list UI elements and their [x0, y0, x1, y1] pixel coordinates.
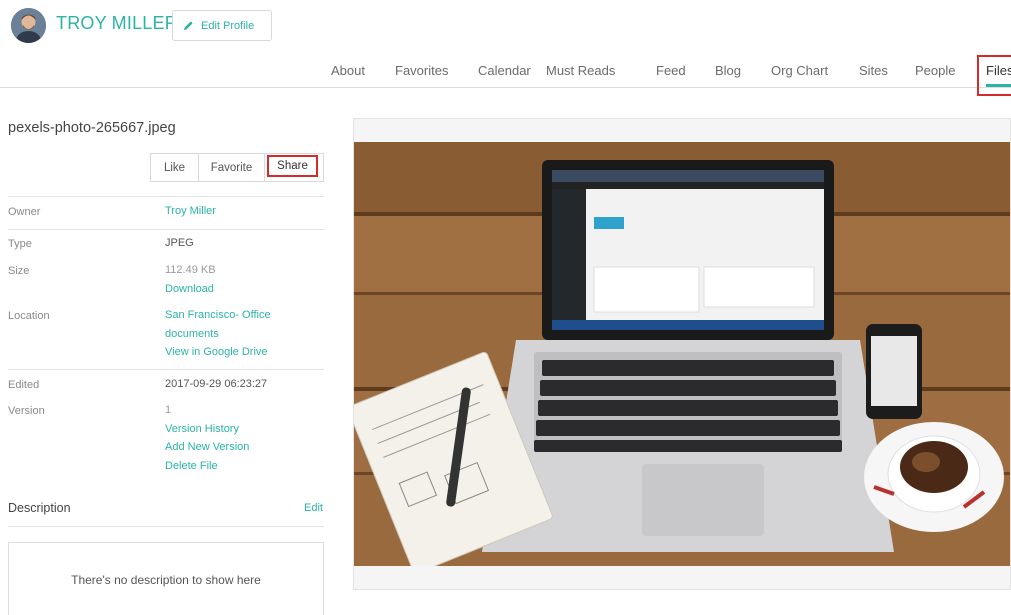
- tab-feed[interactable]: Feed: [656, 63, 686, 78]
- divider: [8, 369, 324, 370]
- version-label: Version: [8, 405, 45, 417]
- like-button[interactable]: Like: [151, 154, 199, 181]
- profile-tabs: About Favorites Calendar Must Reads Feed…: [0, 54, 1011, 88]
- download-link[interactable]: Download: [165, 280, 216, 299]
- tab-people[interactable]: People: [915, 63, 955, 78]
- location-value-block: San Francisco- Office documents View in …: [165, 306, 271, 362]
- tab-blog[interactable]: Blog: [715, 63, 741, 78]
- tab-sites[interactable]: Sites: [859, 63, 888, 78]
- tab-org-chart[interactable]: Org Chart: [771, 63, 828, 78]
- avatar[interactable]: [11, 8, 46, 43]
- avatar-image: [11, 8, 46, 43]
- size-value-block: 112.49 KB Download: [165, 261, 216, 298]
- version-value: 1: [165, 404, 172, 416]
- type-value-block: JPEG: [165, 234, 194, 253]
- share-button-label[interactable]: Share: [267, 155, 318, 177]
- file-title: pexels-photo-265667.jpeg: [8, 120, 176, 136]
- pencil-icon: [183, 21, 193, 31]
- version-history-link[interactable]: Version History: [165, 420, 249, 439]
- location-label: Location: [8, 310, 50, 322]
- tab-about[interactable]: About: [331, 63, 365, 78]
- owner-link[interactable]: Troy Miller: [165, 202, 216, 221]
- type-label: Type: [8, 238, 32, 250]
- favorite-button[interactable]: Favorite: [199, 154, 265, 181]
- tab-calendar[interactable]: Calendar: [478, 63, 531, 78]
- type-value: JPEG: [165, 237, 194, 249]
- description-empty-text: There's no description to show here: [71, 573, 261, 587]
- size-label: Size: [8, 265, 30, 277]
- add-new-version-link[interactable]: Add New Version: [165, 438, 249, 457]
- tab-favorites[interactable]: Favorites: [395, 63, 448, 78]
- tab-must-reads[interactable]: Must Reads: [546, 63, 615, 78]
- files-tab-highlight: [977, 55, 1011, 96]
- edited-label: Edited: [8, 379, 40, 391]
- edited-value-block: 2017-09-29 06:23:27: [165, 375, 267, 394]
- view-in-google-drive-link[interactable]: View in Google Drive: [165, 343, 271, 362]
- divider: [8, 196, 324, 197]
- size-value: 112.49 KB: [165, 264, 216, 276]
- edited-value: 2017-09-29 06:23:27: [165, 378, 268, 390]
- divider: [8, 526, 324, 527]
- delete-file-link[interactable]: Delete File: [165, 457, 249, 476]
- user-name[interactable]: TROY MILLER: [56, 13, 178, 34]
- edit-profile-label: Edit Profile: [201, 19, 255, 32]
- owner-label: Owner: [8, 206, 41, 218]
- description-edit-link[interactable]: Edit: [304, 502, 323, 514]
- description-box: There's no description to show here: [8, 542, 324, 615]
- description-title: Description: [8, 501, 71, 515]
- version-value-block: 1 Version History Add New Version Delete…: [165, 401, 249, 475]
- file-preview-image[interactable]: [354, 142, 1010, 566]
- edit-profile-button[interactable]: Edit Profile: [172, 10, 272, 41]
- location-folder-link-cont[interactable]: documents: [165, 325, 271, 344]
- divider: [8, 229, 324, 230]
- profile-header: TROY MILLER Edit Profile: [0, 0, 1011, 50]
- owner-value-block: Troy Miller: [165, 202, 216, 221]
- location-folder-link[interactable]: San Francisco- Office: [165, 306, 271, 325]
